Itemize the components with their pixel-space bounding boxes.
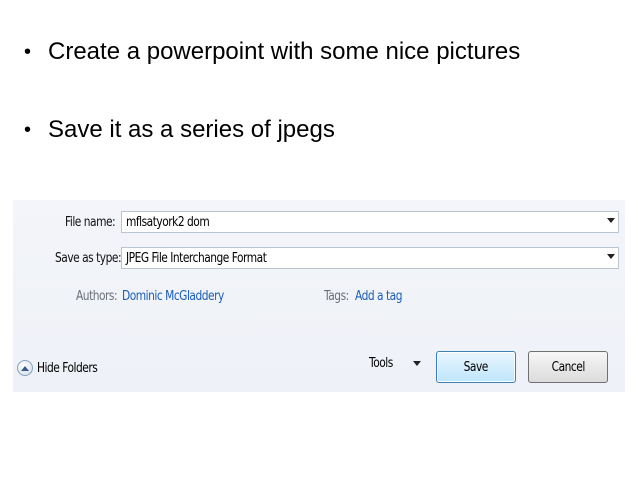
tools-label: Tools (369, 356, 393, 371)
authors-value[interactable]: Dominic McGladdery (122, 289, 224, 304)
cancel-button-label: Cancel (551, 359, 585, 375)
hide-folders-button[interactable]: Hide Folders (17, 360, 111, 376)
cancel-button[interactable]: Cancel (528, 351, 608, 383)
bullet-item: • Create a powerpoint with some nice pic… (24, 38, 520, 66)
save-as-type-label: Save as type: (55, 251, 122, 266)
save-button-label: Save (463, 359, 489, 375)
tools-menu-button[interactable]: Tools (369, 356, 421, 371)
add-tag-link[interactable]: Add a tag (355, 289, 403, 304)
save-as-dialog: File name: mflsatyork2 dom Save as type:… (13, 200, 625, 392)
bullet-text: Create a powerpoint with some nice pictu… (48, 38, 521, 65)
chevron-down-icon[interactable] (607, 254, 615, 259)
bullet-text: Save it as a series of jpegs (48, 116, 335, 143)
bullet-dot-icon: • (24, 41, 32, 63)
authors-label: Authors: (76, 289, 118, 304)
tags-label: Tags: (324, 289, 349, 304)
save-as-type-select[interactable]: JPEG File Interchange Format (121, 247, 619, 269)
file-name-value: mflsatyork2 dom (126, 214, 210, 230)
save-as-type-value: JPEG File Interchange Format (126, 250, 267, 266)
chevron-up-circle-icon (17, 360, 33, 376)
file-name-field[interactable]: mflsatyork2 dom (121, 211, 619, 233)
save-button[interactable]: Save (436, 351, 516, 383)
chevron-down-icon (413, 361, 421, 366)
bullet-item: • Save it as a series of jpegs (24, 116, 335, 144)
hide-folders-label: Hide Folders (37, 360, 98, 376)
file-name-label: File name: (65, 215, 116, 230)
bullet-dot-icon: • (24, 119, 32, 141)
chevron-down-icon[interactable] (607, 218, 615, 223)
